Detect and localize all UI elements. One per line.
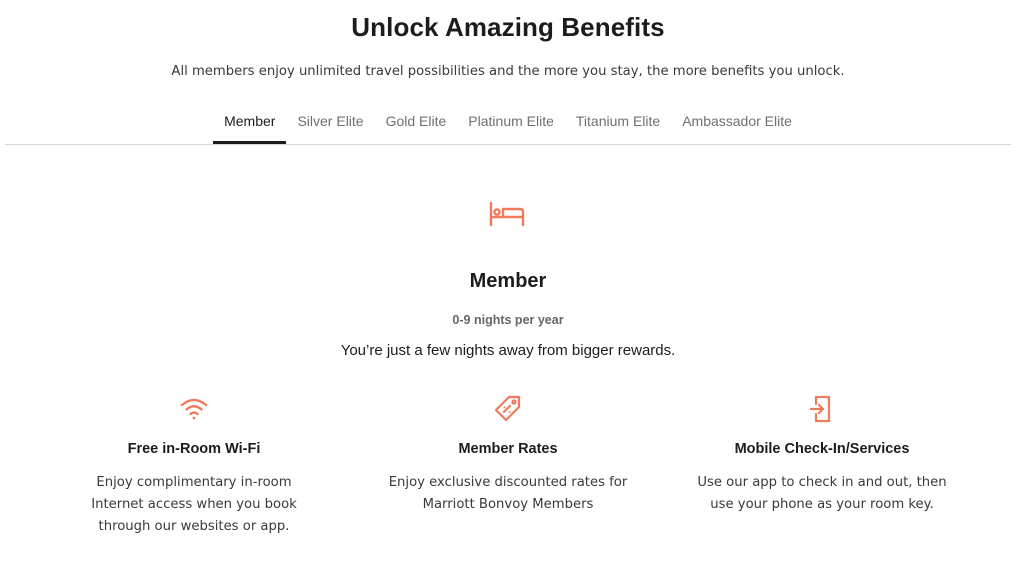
- tab-gold-elite[interactable]: Gold Elite: [375, 108, 458, 144]
- benefit-wifi: Free in-Room Wi-Fi Enjoy complimentary i…: [49, 394, 339, 538]
- benefit-description: Enjoy complimentary in-room Internet acc…: [91, 475, 297, 534]
- page-title: Unlock Amazing Benefits: [351, 12, 665, 42]
- tab-platinum-elite[interactable]: Platinum Elite: [457, 108, 565, 144]
- benefit-title: Member Rates: [458, 441, 558, 457]
- benefit-title: Free in-Room Wi-Fi: [127, 441, 261, 457]
- tab-silver-elite[interactable]: Silver Elite: [286, 108, 374, 144]
- tier-nights-range: 0-9 nights per year: [452, 313, 564, 327]
- mobile-check-in-icon: [809, 395, 831, 423]
- tab-ambassador-elite[interactable]: Ambassador Elite: [671, 108, 803, 144]
- wifi-icon: [180, 398, 208, 420]
- benefit-title: Mobile Check-In/Services: [734, 441, 910, 457]
- tab-member[interactable]: Member: [213, 108, 287, 144]
- bed-icon: [489, 201, 525, 227]
- tabs-divider: [5, 144, 1011, 145]
- page-subtitle: All members enjoy unlimited travel possi…: [171, 64, 845, 79]
- tier-tabs: Member Silver Elite Gold Elite Platinum …: [0, 108, 1016, 144]
- benefit-member-rates: Member Rates Enjoy exclusive discounted …: [363, 394, 653, 516]
- benefit-description: Use our app to check in and out, then us…: [697, 475, 947, 512]
- benefit-mobile-check-in: Mobile Check-In/Services Use our app to …: [677, 394, 967, 516]
- tag-icon: [494, 395, 521, 422]
- benefit-description: Enjoy exclusive discounted rates for Mar…: [388, 475, 628, 512]
- tier-message: You’re just a few nights away from bigge…: [340, 342, 676, 359]
- tab-titanium-elite[interactable]: Titanium Elite: [565, 108, 671, 144]
- tier-name: Member: [469, 270, 547, 292]
